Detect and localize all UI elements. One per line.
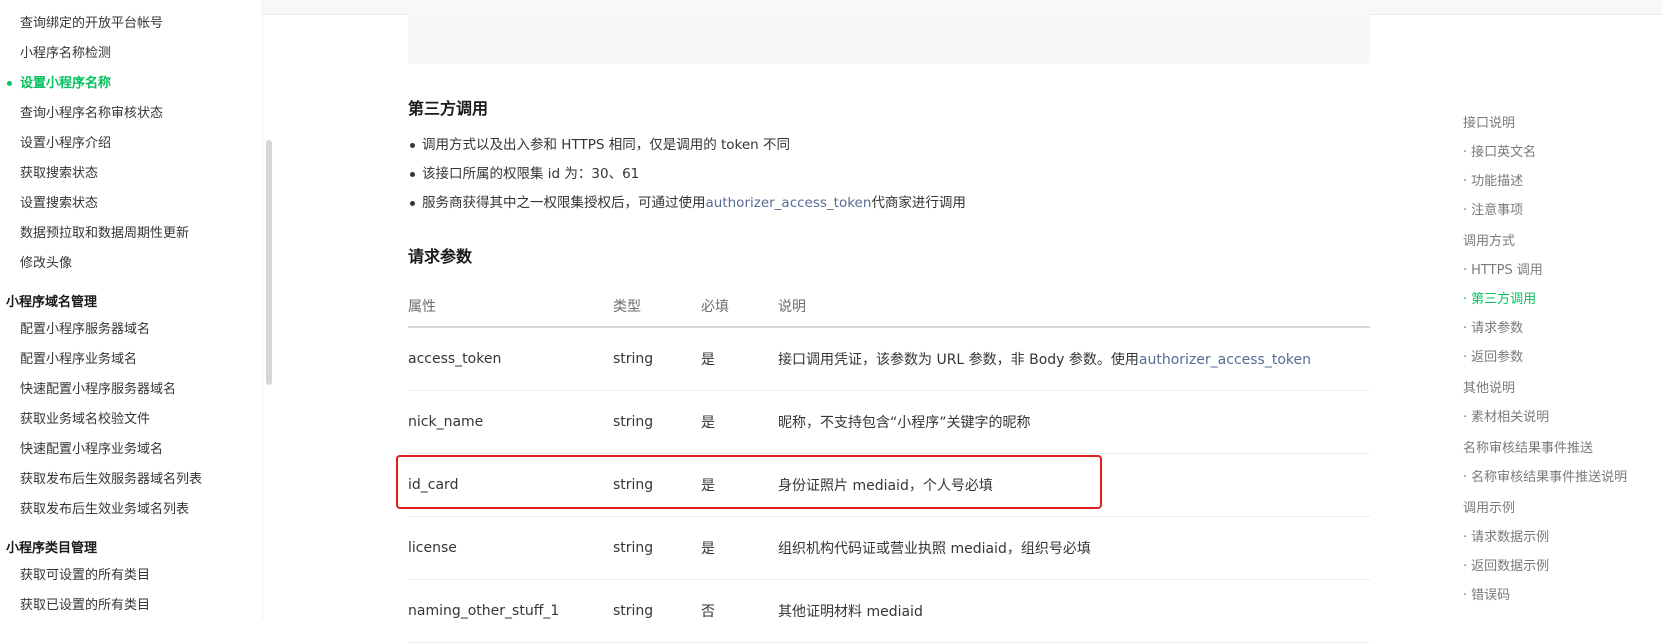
code-block (408, 14, 1370, 64)
toc-item-material-notes[interactable]: · 素材相关说明 (1463, 409, 1549, 427)
table-row: naming_other_stuff_1 string 否 其他证明材料 med… (408, 579, 1370, 643)
sidebar-item-set-name[interactable]: 设置小程序名称 (20, 75, 111, 93)
sidebar-group-domain[interactable]: 小程序域名管理 (6, 294, 97, 312)
bullet-authorizer-text-post: 代商家进行调用 (871, 195, 966, 211)
param-required: 是 (701, 390, 778, 454)
toc-item-request-params[interactable]: · 请求参数 (1463, 320, 1523, 338)
toc-item-notes[interactable]: · 注意事项 (1463, 202, 1523, 220)
sidebar-item-quick-business-domain[interactable]: 快速配置小程序业务域名 (20, 441, 163, 459)
table-header-desc: 说明 (778, 286, 1370, 328)
bullet-permission-set: 该接口所属的权限集 id 为：30、61 (409, 166, 640, 182)
param-desc: 接口调用凭证，该参数为 URL 参数，非 Body 参数。使用authorize… (778, 327, 1370, 391)
bullet-authorizer-text-pre: 服务商获得其中之一权限集授权后，可通过使用 (422, 195, 706, 211)
param-name: license (408, 516, 613, 580)
sidebar-item-set-categories[interactable]: 获取已设置的所有类目 (20, 597, 150, 615)
param-desc: 昵称，不支持包含“小程序”关键字的昵称 (778, 390, 1370, 454)
toc-item-error-codes[interactable]: · 错误码 (1463, 587, 1510, 605)
table-header-row: 属性 类型 必填 说明 (408, 286, 1370, 328)
toc-item-request-example[interactable]: · 请求数据示例 (1463, 529, 1549, 547)
param-name: nick_name (408, 390, 613, 454)
active-indicator-dot (7, 81, 12, 86)
sidebar-item-get-search-status[interactable]: 获取搜索状态 (20, 165, 98, 183)
section-title-third-party: 第三方调用 (408, 99, 489, 118)
param-desc: 组织机构代码证或营业执照 mediaid，组织号必填 (778, 516, 1370, 580)
param-desc-link[interactable]: authorizer_access_token (1139, 352, 1311, 368)
param-required: 否 (701, 579, 778, 643)
section-title-request-params: 请求参数 (408, 247, 473, 266)
highlight-annotation-box (396, 455, 1102, 509)
toc-item-interface-desc[interactable]: 接口说明 (1463, 115, 1515, 133)
sidebar-item-set-search-status[interactable]: 设置搜索状态 (20, 195, 98, 213)
toc-item-call-method[interactable]: 调用方式 (1463, 233, 1515, 251)
table-header-type: 类型 (613, 286, 701, 328)
sidebar-item-query-open-account[interactable]: 查询绑定的开放平台帐号 (20, 15, 163, 33)
sidebar-item-effective-server-domains[interactable]: 获取发布后生效服务器域名列表 (20, 471, 202, 489)
param-required: 是 (701, 516, 778, 580)
param-desc-text: 接口调用凭证，该参数为 URL 参数，非 Body 参数。使用 (778, 352, 1139, 368)
toc-item-response-example[interactable]: · 返回数据示例 (1463, 558, 1549, 576)
sidebar-item-settable-categories[interactable]: 获取可设置的所有类目 (20, 567, 150, 585)
param-type: string (613, 516, 701, 580)
toc-item-name-audit-push[interactable]: 名称审核结果事件推送 (1463, 440, 1593, 458)
table-header-required: 必填 (701, 286, 778, 328)
param-type: string (613, 579, 701, 643)
toc-item-return-params[interactable]: · 返回参数 (1463, 349, 1523, 367)
sidebar-item-quick-server-domain[interactable]: 快速配置小程序服务器域名 (20, 381, 176, 399)
toc-item-https-call[interactable]: · HTTPS 调用 (1463, 262, 1543, 280)
param-type: string (613, 327, 701, 391)
table-header-attr: 属性 (408, 286, 613, 328)
param-type: string (613, 390, 701, 454)
sidebar-item-name-check[interactable]: 小程序名称检测 (20, 45, 111, 63)
bullet-call-method: 调用方式以及出入参和 HTTPS 相同，仅是调用的 token 不同 (409, 137, 791, 153)
sidebar-item-effective-business-domains[interactable]: 获取发布后生效业务域名列表 (20, 501, 189, 519)
sidebar-item-set-intro[interactable]: 设置小程序介绍 (20, 135, 111, 153)
toc-item-other-notes[interactable]: 其他说明 (1463, 380, 1515, 398)
table-row: license string 是 组织机构代码证或营业执照 mediaid，组织… (408, 516, 1370, 580)
toc-item-third-party-call[interactable]: · 第三方调用 (1463, 291, 1536, 309)
sidebar-item-business-domain[interactable]: 配置小程序业务域名 (20, 351, 137, 369)
toc-item-function-desc[interactable]: · 功能描述 (1463, 173, 1523, 191)
param-name: naming_other_stuff_1 (408, 579, 613, 643)
param-desc: 其他证明材料 mediaid (778, 579, 1370, 643)
sidebar-scrollbar[interactable] (266, 140, 272, 385)
sidebar-item-modify-avatar[interactable]: 修改头像 (20, 255, 72, 273)
toc-item-name-audit-push-desc[interactable]: · 名称审核结果事件推送说明 (1463, 469, 1627, 487)
sidebar-item-server-domain[interactable]: 配置小程序服务器域名 (20, 321, 150, 339)
sidebar-item-prefetch[interactable]: 数据预拉取和数据周期性更新 (20, 225, 189, 243)
table-row: nick_name string 是 昵称，不支持包含“小程序”关键字的昵称 (408, 390, 1370, 454)
sidebar-item-domain-verify-file[interactable]: 获取业务域名校验文件 (20, 411, 150, 429)
sidebar-nav: 查询绑定的开放平台帐号 小程序名称检测 设置小程序名称 查询小程序名称审核状态 … (0, 0, 263, 620)
param-name: access_token (408, 327, 613, 391)
toc-item-call-example[interactable]: 调用示例 (1463, 500, 1515, 518)
sidebar-group-category[interactable]: 小程序类目管理 (6, 540, 97, 558)
toc-item-english-name[interactable]: · 接口英文名 (1463, 144, 1536, 162)
authorizer-access-token-link[interactable]: authorizer_access_token (706, 195, 872, 211)
bullet-authorizer: 服务商获得其中之一权限集授权后，可通过使用authorizer_access_t… (410, 193, 966, 213)
sidebar-item-name-audit-status[interactable]: 查询小程序名称审核状态 (20, 105, 163, 123)
param-required: 是 (701, 327, 778, 391)
table-row: access_token string 是 接口调用凭证，该参数为 URL 参数… (408, 327, 1370, 391)
